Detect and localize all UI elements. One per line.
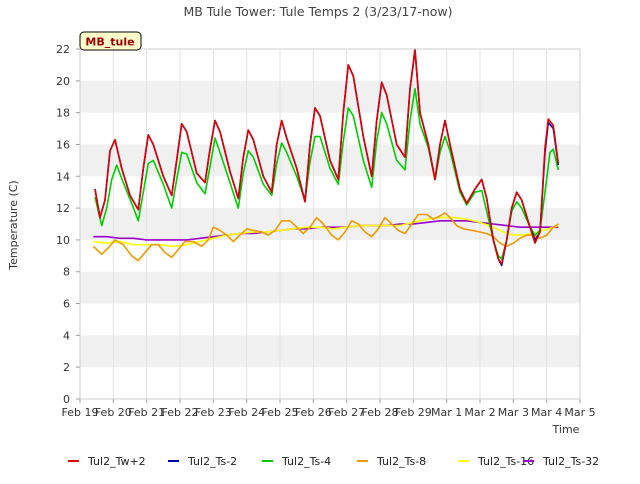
y-tick-label: 22 <box>56 43 70 56</box>
plot-background <box>79 49 581 399</box>
x-tick-label: Feb 22 <box>162 406 199 419</box>
x-tick-label: Feb 21 <box>128 406 165 419</box>
x-tick-label: Feb 26 <box>295 406 332 419</box>
x-tick-label: Mar 2 <box>464 406 495 419</box>
x-tick-label: Mar 5 <box>564 406 595 419</box>
x-tick-label: Mar 1 <box>431 406 462 419</box>
y-tick-label: 2 <box>63 361 70 374</box>
station-badge: MB_tule <box>79 31 142 51</box>
x-axis-label: Time <box>552 423 580 436</box>
x-tick-label: Mar 3 <box>498 406 529 419</box>
y-tick-label: 16 <box>56 138 70 151</box>
chart-title: MB Tule Tower: Tule Temps 2 (3/23/17-now… <box>183 4 452 19</box>
y-tick-label: 20 <box>56 75 70 88</box>
x-tick-label: Feb 28 <box>362 406 399 419</box>
grid-band <box>80 208 580 240</box>
y-tick-label: 0 <box>63 393 70 406</box>
x-tick-label: Feb 25 <box>262 406 299 419</box>
legend-item-tul2-ts-2: Tul2_Ts-2 <box>168 455 237 468</box>
legend: Tul2_Tw+2 Tul2_Ts-2 Tul2_Ts-4 Tul2_Ts-8 Tul2… <box>68 455 599 468</box>
y-tick-label: 18 <box>56 107 70 120</box>
legend-label: Tul2_Ts-2 <box>187 455 237 468</box>
legend-item-tul2-ts-8: Tul2_Ts-8 <box>357 455 426 468</box>
y-tick-label: 10 <box>56 234 70 247</box>
x-axis-ticks: Feb 19Feb 20Feb 21Feb 22Feb 23Feb 24Feb … <box>62 399 596 419</box>
y-axis-label: Temperature (C) <box>7 180 20 270</box>
legend-label: Tul2_Ts-32 <box>542 455 599 468</box>
legend-item-tul2-tw-2: Tul2_Tw+2 <box>68 455 146 468</box>
chart: MB Tule Tower: Tule Temps 2 (3/23/17-now… <box>0 0 640 480</box>
x-tick-label: Feb 24 <box>228 406 265 419</box>
x-tick-label: Feb 20 <box>95 406 132 419</box>
x-tick-label: Mar 4 <box>531 406 562 419</box>
y-tick-label: 6 <box>63 298 70 311</box>
legend-item-tul2-ts-16: Tul2_Ts-16 <box>458 455 534 468</box>
y-tick-label: 14 <box>56 170 70 183</box>
grid-band <box>80 271 580 304</box>
grid-band <box>80 335 580 368</box>
y-axis-ticks: 0 2 4 6 8 10 12 14 16 18 20 22 <box>56 43 80 406</box>
legend-item-tul2-ts-32: Tul2_Ts-32 <box>523 455 599 468</box>
station-badge-label: MB_tule <box>85 36 134 49</box>
y-tick-label: 4 <box>63 329 70 342</box>
grid-band <box>80 80 580 113</box>
x-tick-label: Feb 27 <box>328 406 365 419</box>
legend-label: Tul2_Ts-4 <box>281 455 331 468</box>
legend-label: Tul2_Ts-8 <box>376 455 426 468</box>
chart-svg: MB Tule Tower: Tule Temps 2 (3/23/17-now… <box>7 4 599 468</box>
y-tick-label: 8 <box>63 266 70 279</box>
x-tick-label: Feb 23 <box>195 406 232 419</box>
legend-label: Tul2_Tw+2 <box>87 455 146 468</box>
x-tick-label: Feb 29 <box>395 406 432 419</box>
x-tick-label: Feb 19 <box>62 406 99 419</box>
legend-item-tul2-ts-4: Tul2_Ts-4 <box>262 455 331 468</box>
y-tick-label: 12 <box>56 202 70 215</box>
